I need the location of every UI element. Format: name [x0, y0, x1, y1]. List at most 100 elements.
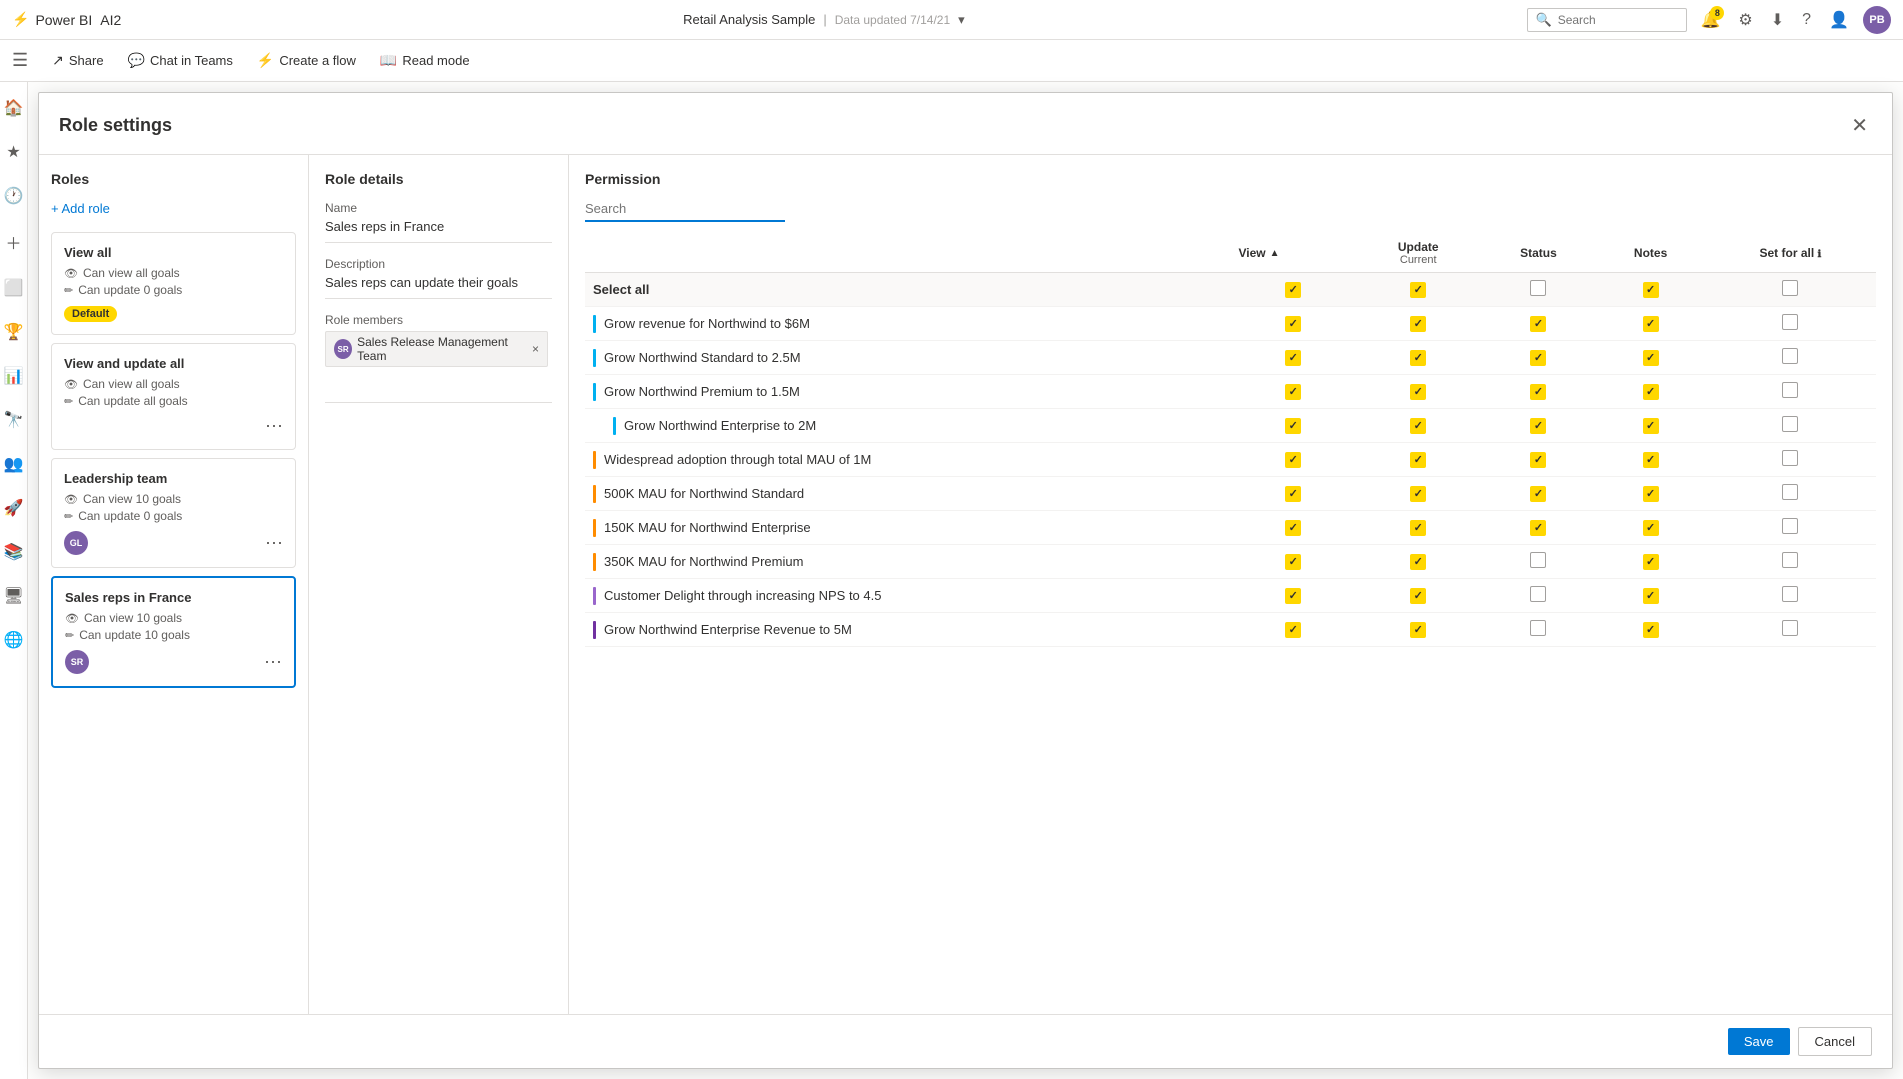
role-card-leadership[interactable]: Leadership team 👁 Can view 10 goals ✏ Ca… [51, 458, 296, 568]
goal-notes-9[interactable] [1705, 613, 1876, 647]
favorites-icon[interactable]: ★ [0, 136, 26, 168]
goal-update-0[interactable] [1356, 307, 1481, 341]
role-card-sales-france[interactable]: Sales reps in France 👁 Can view 10 goals… [51, 576, 296, 688]
goal-notes-1[interactable] [1705, 341, 1876, 375]
people-icon[interactable]: 👥 [0, 448, 29, 480]
goal-current-4[interactable] [1481, 443, 1597, 477]
download-button[interactable]: ⬇ [1767, 6, 1788, 34]
role-more-button-3[interactable]: ⋯ [265, 533, 283, 554]
goal-status-2[interactable] [1596, 375, 1704, 409]
goal-view-2[interactable] [1231, 375, 1356, 409]
goal-update-8[interactable] [1356, 579, 1481, 613]
recent-icon[interactable]: 🕐 [0, 180, 29, 212]
name-field-value[interactable]: Sales reps in France [325, 219, 552, 243]
goal-status-5[interactable] [1596, 477, 1704, 511]
role-card-view-update-all[interactable]: View and update all 👁 Can view all goals… [51, 343, 296, 450]
cancel-button[interactable]: Cancel [1798, 1027, 1872, 1056]
goal-view-9[interactable] [1231, 613, 1356, 647]
chevron-down-icon[interactable]: ▾ [958, 12, 965, 28]
goal-status-1[interactable] [1596, 341, 1704, 375]
search-box[interactable]: 🔍 [1527, 8, 1687, 32]
share-button[interactable]: ↗ Share [42, 46, 113, 75]
network-icon[interactable]: 🌐 [0, 624, 29, 656]
menu-icon[interactable]: ☰ [12, 50, 28, 71]
goal-name-cell: Grow revenue for Northwind to $6M [585, 307, 1231, 341]
monitor-icon[interactable]: 🖥 [0, 580, 30, 612]
goal-view-3[interactable] [1231, 409, 1356, 443]
goal-update-1[interactable] [1356, 341, 1481, 375]
select-all-status[interactable] [1596, 273, 1704, 307]
goal-notes-4[interactable] [1705, 443, 1876, 477]
goal-status-6[interactable] [1596, 511, 1704, 545]
goal-notes-0[interactable] [1705, 307, 1876, 341]
goal-view-1[interactable] [1231, 341, 1356, 375]
metrics-icon[interactable]: 📊 [0, 360, 29, 392]
goal-status-3[interactable] [1596, 409, 1704, 443]
goal-update-2[interactable] [1356, 375, 1481, 409]
role-more-button-2[interactable]: ⋯ [265, 416, 283, 437]
goal-notes-6[interactable] [1705, 511, 1876, 545]
close-modal-button[interactable]: ✕ [1847, 109, 1872, 142]
goal-view-8[interactable] [1231, 579, 1356, 613]
goal-notes-2[interactable] [1705, 375, 1876, 409]
add-role-button[interactable]: + Add role [51, 199, 110, 218]
goal-current-0[interactable] [1481, 307, 1597, 341]
goal-view-4[interactable] [1231, 443, 1356, 477]
apps-icon[interactable]: ⬜ [0, 272, 29, 304]
role-card-view-all[interactable]: View all 👁 Can view all goals ✏ Can upda… [51, 232, 296, 335]
chat-teams-button[interactable]: 💬 Chat in Teams [118, 46, 243, 75]
goal-update-4[interactable] [1356, 443, 1481, 477]
create-flow-button[interactable]: ⚡ Create a flow [247, 46, 366, 75]
read-mode-button[interactable]: 📖 Read mode [370, 46, 480, 75]
goal-current-3[interactable] [1481, 409, 1597, 443]
col-view[interactable]: View ▲ [1231, 234, 1356, 273]
member-remove-button[interactable]: × [532, 342, 539, 356]
goals-icon[interactable]: 🏆 [0, 316, 29, 348]
settings-button[interactable]: ⚙ [1734, 6, 1756, 34]
select-all-update[interactable] [1356, 273, 1481, 307]
goal-view-6[interactable] [1231, 511, 1356, 545]
permission-search-input[interactable] [585, 197, 785, 222]
goal-status-4[interactable] [1596, 443, 1704, 477]
goal-current-1[interactable] [1481, 341, 1597, 375]
notifications-button[interactable]: 🔔 8 [1697, 6, 1725, 34]
role-more-button-4[interactable]: ⋯ [264, 652, 282, 673]
rocket-icon[interactable]: 🚀 [0, 492, 29, 524]
goal-status-9[interactable] [1596, 613, 1704, 647]
goal-notes-7[interactable] [1705, 545, 1876, 579]
goal-view-7[interactable] [1231, 545, 1356, 579]
goal-view-0[interactable] [1231, 307, 1356, 341]
goal-status-8[interactable] [1596, 579, 1704, 613]
avatar[interactable]: PB [1863, 6, 1891, 34]
goal-current-5[interactable] [1481, 477, 1597, 511]
explore-icon[interactable]: 🔭 [0, 404, 29, 436]
goal-notes-5[interactable] [1705, 477, 1876, 511]
plus-icon[interactable]: ＋ [0, 224, 28, 260]
book-icon[interactable]: 📚 [0, 536, 29, 568]
select-all-view[interactable] [1231, 273, 1356, 307]
search-input[interactable] [1558, 13, 1678, 27]
select-all-current[interactable] [1481, 273, 1597, 307]
goal-update-7[interactable] [1356, 545, 1481, 579]
goal-update-5[interactable] [1356, 477, 1481, 511]
description-field-value[interactable]: Sales reps can update their goals [325, 275, 552, 299]
goal-update-3[interactable] [1356, 409, 1481, 443]
select-all-notes[interactable] [1705, 273, 1876, 307]
goal-notes-3[interactable] [1705, 409, 1876, 443]
goal-status-7[interactable] [1596, 545, 1704, 579]
home-icon[interactable]: 🏠 [0, 92, 29, 124]
goal-update-9[interactable] [1356, 613, 1481, 647]
goal-update-6[interactable] [1356, 511, 1481, 545]
goal-notes-8[interactable] [1705, 579, 1876, 613]
goal-view-5[interactable] [1231, 477, 1356, 511]
help-button[interactable]: ? [1798, 7, 1815, 33]
goal-current-8[interactable] [1481, 579, 1597, 613]
goal-status-0[interactable] [1596, 307, 1704, 341]
goal-current-6[interactable] [1481, 511, 1597, 545]
goal-current-2[interactable] [1481, 375, 1597, 409]
goal-current-9[interactable] [1481, 613, 1597, 647]
member-search-input[interactable] [325, 379, 552, 403]
account-button[interactable]: 👤 [1825, 6, 1853, 34]
goal-current-7[interactable] [1481, 545, 1597, 579]
save-button[interactable]: Save [1728, 1028, 1790, 1055]
